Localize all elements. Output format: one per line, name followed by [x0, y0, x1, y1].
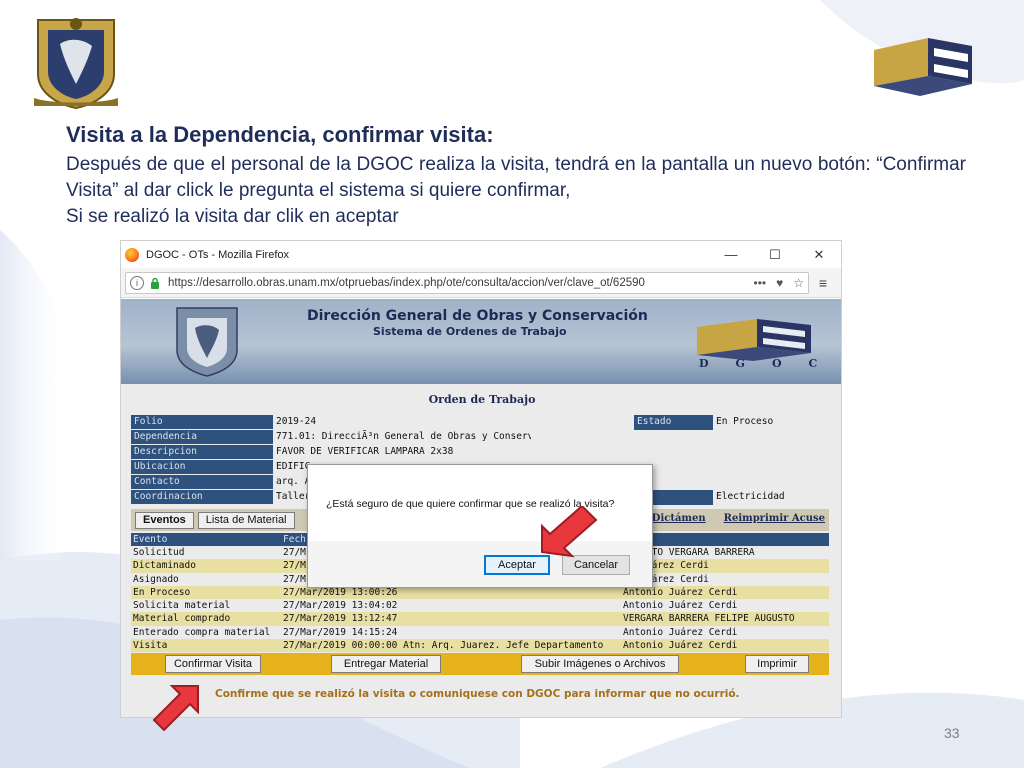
- confirm-visit-button[interactable]: Confirmar Visita: [165, 655, 261, 673]
- specialty-field: er Electricidad: [634, 490, 785, 505]
- accept-button[interactable]: Aceptar: [484, 555, 550, 575]
- event-name: Visita: [133, 640, 168, 652]
- site-banner: Dirección General de Obras y Conservació…: [121, 299, 841, 384]
- logo-letter: D: [699, 357, 709, 370]
- confirm-visit-message: Confirme que se realizó la visita o comu…: [215, 688, 740, 700]
- tab-eventos[interactable]: Eventos: [135, 511, 194, 529]
- firefox-icon: [125, 247, 139, 262]
- event-date: 27/Mar/2019 00:00:00 Atn: Arq. Juarez. J…: [283, 640, 604, 652]
- hamburger-menu-icon[interactable]: ≡: [809, 275, 837, 291]
- page-number: 33: [944, 725, 960, 741]
- maximize-button[interactable]: ☐: [753, 241, 797, 268]
- event-user: Antonio Juárez Cerdi: [623, 640, 738, 652]
- status-field: Estado En Proceso: [634, 415, 773, 430]
- pocket-icon[interactable]: ♥: [776, 276, 783, 290]
- unam-crest-logo: [34, 18, 118, 110]
- deliver-material-button[interactable]: Entregar Material: [331, 655, 441, 673]
- lock-icon: [151, 277, 159, 289]
- pointer-arrow-icon: [541, 506, 598, 558]
- event-name: Dictaminado: [133, 560, 196, 572]
- logo-letter: O: [771, 357, 782, 370]
- table-row: Enterado compra material 27/Mar/2019 14:…: [131, 625, 829, 640]
- field-label: Folio: [131, 415, 273, 430]
- field-value: 771.01: DirecciÃ³n General de Obras y Co…: [276, 431, 531, 442]
- field-label: Dependencia: [131, 430, 273, 445]
- table-row: Visita 27/Mar/2019 00:00:00 Atn: Arq. Ju…: [131, 639, 829, 653]
- cancel-button[interactable]: Cancelar: [562, 555, 630, 575]
- minimize-button[interactable]: —: [709, 241, 753, 268]
- info-icon[interactable]: i: [130, 275, 144, 290]
- event-name: Material comprado: [133, 613, 231, 625]
- event-date: 27/Mar/2019 13:12:47: [283, 613, 398, 625]
- table-row: Material comprado 27/Mar/2019 13:12:47 V…: [131, 612, 829, 626]
- pointer-arrow-icon: [152, 685, 199, 732]
- unam-crest-icon: [176, 307, 238, 377]
- dictamen-link[interactable]: Dictámen: [652, 513, 706, 524]
- url-bar[interactable]: i https://desarrollo.obras.unam.mx/otpru…: [125, 271, 809, 294]
- url-text[interactable]: https://desarrollo.obras.unam.mx/otprueb…: [168, 277, 645, 289]
- table-row: Solicita material 27/Mar/2019 13:04:02 A…: [131, 599, 829, 613]
- more-actions-icon[interactable]: •••: [754, 276, 767, 290]
- slide-paragraph: Si se realizó la visita dar clik en acep…: [66, 206, 399, 227]
- browser-navbar: i https://desarrollo.obras.unam.mx/otpru…: [121, 268, 841, 298]
- dgoc-letters: D G O C: [699, 357, 817, 370]
- browser-titlebar: DGOC - OTs - Mozilla Firefox — ☐ ✕: [121, 241, 841, 268]
- bookmark-star-icon[interactable]: ☆: [793, 276, 804, 290]
- field-label: Contacto: [131, 475, 273, 490]
- event-user: Antonio Juárez Cerdi: [623, 600, 738, 612]
- event-name: Enterado compra material: [133, 626, 271, 638]
- column-header-evento: Evento: [133, 534, 168, 545]
- event-user: VERGARA BARRERA FELIPE AUGUSTO: [623, 613, 795, 625]
- tab-lista-material[interactable]: Lista de Material: [197, 511, 295, 529]
- event-date: 27/Mar/2019 14:15:24: [283, 626, 398, 638]
- status-value: En Proceso: [716, 416, 774, 427]
- field-value: FAVOR DE VERIFICAR LAMPARA 2x38: [276, 446, 454, 457]
- order-heading: Orden de Trabajo: [428, 393, 536, 406]
- field-label: Ubicacion: [131, 460, 273, 475]
- event-user: Antonio Juárez Cerdi: [623, 626, 738, 638]
- logo-letter: C: [808, 357, 818, 370]
- specialty-value: Electricidad: [716, 491, 785, 502]
- actions-bar: Confirmar Visita Entregar Material Subir…: [131, 653, 829, 675]
- info-row: Descripcion FAVOR DE VERIFICAR LAMPARA 2…: [131, 445, 531, 460]
- status-label: Estado: [634, 415, 713, 430]
- event-name: Asignado: [133, 573, 179, 585]
- info-row: Dependencia 771.01: DirecciÃ³n General d…: [131, 430, 531, 445]
- reimprimir-acuse-link[interactable]: Reimprimir Acuse: [724, 513, 825, 524]
- upload-files-button[interactable]: Subir Imágenes o Archivos: [521, 655, 679, 673]
- slide-title: Visita a la Dependencia, confirmar visit…: [66, 122, 494, 147]
- event-name: Solicitud: [133, 547, 185, 558]
- url-actions: ••• ♥ ☆: [754, 276, 805, 290]
- field-value: 2019-24: [276, 416, 317, 427]
- site-title: Dirección General de Obras y Conservació…: [307, 308, 648, 324]
- event-date: 27/Mar/2019 13:04:02: [283, 600, 398, 612]
- window-title: DGOC - OTs - Mozilla Firefox: [146, 248, 290, 261]
- window-controls: — ☐ ✕: [709, 241, 841, 268]
- event-name: Solicita material: [133, 600, 231, 612]
- print-button[interactable]: Imprimir: [745, 655, 809, 673]
- field-label: Descripcion: [131, 445, 273, 460]
- event-name: En Proceso: [133, 586, 191, 598]
- tabs-links: Dictámen Reimprimir Acuse: [652, 513, 825, 524]
- slide-body: Después de que el personal de la DGOC re…: [66, 152, 966, 230]
- dgoc-banner-logo: [697, 319, 811, 361]
- site-subtitle: Sistema de Ordenes de Trabajo: [373, 325, 567, 338]
- dgoc-logo: [874, 38, 972, 96]
- close-button[interactable]: ✕: [797, 241, 841, 268]
- logo-letter: G: [735, 357, 745, 370]
- field-label: Coordinacion: [131, 490, 273, 505]
- slide-paragraph: Después de que el personal de la DGOC re…: [66, 154, 966, 201]
- info-row: Folio 2019-24: [131, 415, 531, 430]
